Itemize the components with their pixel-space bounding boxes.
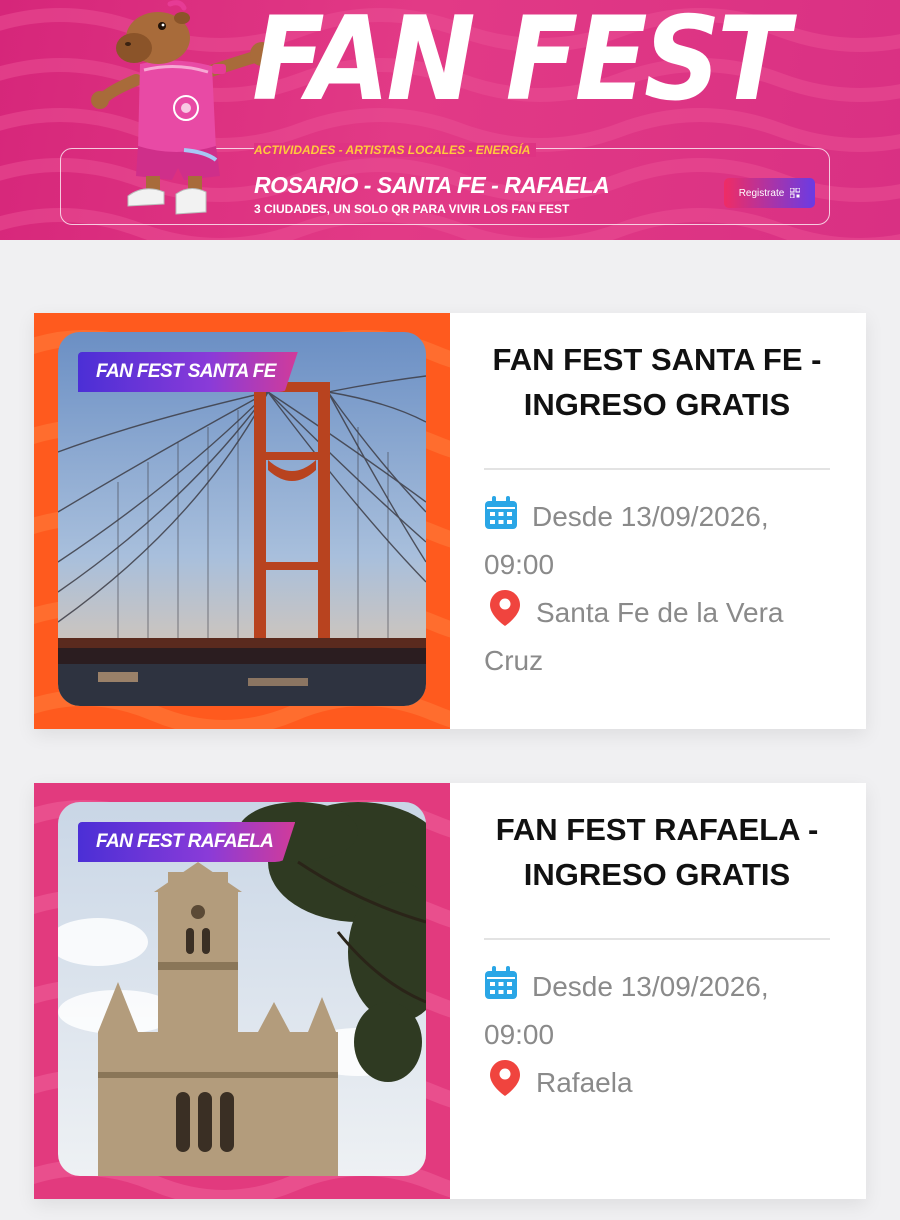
event-location-row: Rafaela: [484, 1059, 830, 1107]
event-date-row: Desde 13/09/2026, 09:00: [484, 493, 830, 589]
event-location: Santa Fe de la Vera Cruz: [484, 597, 784, 676]
event-title[interactable]: FAN FEST RAFAELA - INGRESO GRATIS: [484, 807, 830, 897]
event-location-row: Santa Fe de la Vera Cruz: [484, 589, 830, 685]
hero-tagline: ACTIVIDADES - ARTISTAS LOCALES - ENERGÍA: [254, 143, 537, 157]
event-title[interactable]: FAN FEST SANTA FE - INGRESO GRATIS: [484, 337, 830, 427]
event-info: FAN FEST RAFAELA - INGRESO GRATIS Desde …: [484, 783, 830, 1199]
map-pin-icon: [490, 1060, 520, 1096]
event-date: Desde 13/09/2026, 09:00: [484, 501, 769, 580]
register-button-label: Registrate: [738, 187, 785, 199]
event-date-row: Desde 13/09/2026, 09:00: [484, 963, 830, 1059]
event-card-santa-fe[interactable]: FAN FEST SANTA FE FAN FEST SANTA FE - IN…: [34, 313, 866, 729]
map-pin-icon: [490, 590, 520, 626]
hero-subtitle: 3 CIUDADES, UN SOLO QR PARA VIVIR LOS FA…: [254, 202, 570, 216]
hero-banner: FAN FEST ACTIVIDADES - ARTISTAS LOCALES …: [0, 0, 900, 240]
event-badge: FAN FEST RAFAELA: [78, 822, 296, 862]
event-info: FAN FEST SANTA FE - INGRESO GRATIS Desde…: [484, 313, 830, 729]
divider: [484, 938, 830, 940]
event-location: Rafaela: [536, 1067, 633, 1098]
hero-title: FAN FEST: [252, 0, 790, 127]
event-meta: Desde 13/09/2026, 09:00 Rafaela: [484, 963, 830, 1107]
qr-code-icon: [790, 188, 801, 198]
event-image-frame: FAN FEST RAFAELA: [34, 783, 450, 1199]
calendar-icon: [485, 966, 517, 999]
event-image-frame: FAN FEST SANTA FE: [34, 313, 450, 729]
hero-cities: ROSARIO - SANTA FE - RAFAELA: [254, 172, 610, 198]
divider: [484, 468, 830, 470]
event-card-rafaela[interactable]: FAN FEST RAFAELA FAN FEST RAFAELA - INGR…: [34, 783, 866, 1199]
register-button[interactable]: Registrate: [724, 178, 815, 208]
calendar-icon: [485, 496, 517, 529]
event-date: Desde 13/09/2026, 09:00: [484, 971, 769, 1050]
event-meta: Desde 13/09/2026, 09:00 Santa Fe de la V…: [484, 493, 830, 685]
event-badge: FAN FEST SANTA FE: [78, 352, 298, 392]
